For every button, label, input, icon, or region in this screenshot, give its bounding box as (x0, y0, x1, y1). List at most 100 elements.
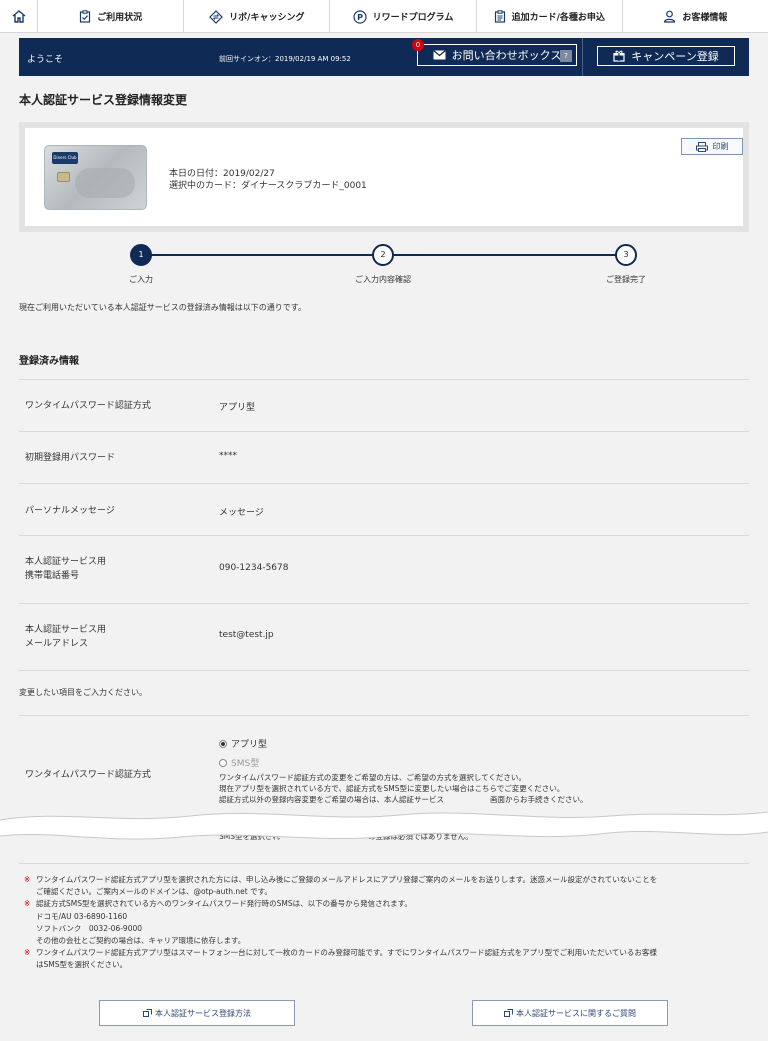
nav-rewards[interactable]: P リワードプログラム (330, 0, 477, 33)
last-signin-text: 前回サインオン：2019/02/19 AM 09:52 (219, 55, 351, 63)
table-row: 本人認証サービス用 携帯電話番号 090-1234-5678 (19, 535, 749, 603)
faq-label: 本人認証サービスに関するご質問 (516, 1008, 636, 1018)
faq-button[interactable]: 本人認証サービスに関するご質問 (472, 1000, 668, 1026)
top-navigation: ご利用状況 リボ/キャッシング P リワードプログラム 追加カード/各種お申込 … (0, 0, 768, 33)
nav-customer-info[interactable]: お客様情報 (623, 0, 768, 33)
welcome-text: ようこそ (27, 55, 64, 65)
how-to-register-label: 本人認証サービス登録方法 (155, 1008, 251, 1018)
step-2-label: ご入力内容確認 (355, 275, 411, 284)
row-key: パーソナルメッセージ (25, 506, 115, 516)
print-button[interactable]: 印刷 (681, 138, 743, 155)
svg-text:P: P (357, 13, 363, 22)
nav-revolving[interactable]: リボ/キャッシング (184, 0, 331, 33)
link-icon (143, 1008, 152, 1018)
step-3-circle: 3 (615, 244, 637, 266)
home-icon (11, 9, 27, 24)
otp-method-description: ワンタイムパスワード認証方式の変更をご希望の方は、ご希望の方式を選択してください… (219, 772, 588, 805)
note-item: ※ ワンタイムパスワード認証方式アプリ型を選択された方には、申し込み後にご登録のメ… (24, 874, 744, 886)
step-line-2 (383, 254, 626, 256)
inquiry-count-badge: 0 (412, 39, 424, 51)
torn-edge-divider (0, 811, 768, 840)
radio-selected-indicator (219, 739, 227, 748)
table-row: 本人認証サービス用 メールアドレス test@test.jp (19, 603, 749, 670)
desc-line-start: 認証方式以外の登録内容変更をご希望の場合は、本人認証サービス (219, 795, 444, 804)
selected-card-name: 選択中のカード：ダイナースクラブカード_0001 (169, 181, 367, 191)
home-button[interactable] (0, 0, 38, 33)
card-brand-logo: Diners Club (52, 152, 78, 164)
progress-steps: 1 2 3 ご入力 ご入力内容確認 ご登録完了 (0, 240, 768, 290)
notes-divider (19, 863, 749, 864)
table-bottom-border (19, 670, 749, 671)
row-key-line-1: 本人認証サービス用 (25, 625, 107, 635)
header-divider (582, 38, 583, 76)
otp-sms-radio[interactable]: SMS型 (219, 756, 259, 769)
campaign-register-button[interactable]: キャンペーン登録 (597, 46, 735, 66)
note-mark: ※ (24, 899, 31, 909)
inquiry-box-label: お問い合わせボックス (451, 49, 562, 62)
diamond-arrows-icon (209, 9, 224, 24)
otp-sms-radio-label: SMS型 (231, 759, 260, 769)
note-text: ソフトバンク 0032-06-9000 (36, 923, 143, 933)
nav-applications-label: 追加カード/各種お申込 (511, 13, 605, 23)
intro-text: 現在ご利用いただいている本人認証サービスの登録済み情報は以下の通りです。 (19, 303, 306, 312)
print-label: 印刷 (712, 142, 729, 151)
note-item: ※ ワンタイムパスワード認証方式アプリ型はスマートフォン一台に対して一枚のカードの… (24, 947, 744, 959)
nav-usage[interactable]: ご利用状況 (38, 0, 185, 33)
note-text: ワンタイムパスワード認証方式アプリ型を選択された方には、申し込み後にご登録のメー… (36, 875, 658, 884)
selected-card-panel: Diners Club 本日の日付：2019/02/27 選択中のカード：ダイナ… (19, 122, 749, 232)
nav-applications[interactable]: 追加カード/各種お申込 (477, 0, 623, 33)
otp-method-label: ワンタイムパスワード認証方式 (25, 770, 151, 780)
row-value: **** (219, 451, 237, 461)
change-instruction: 変更したい項目をご入力ください。 (19, 688, 147, 697)
notes-section: ※ ワンタイムパスワード認証方式アプリ型を選択された方には、申し込み後にご登録のメ… (24, 874, 744, 972)
how-to-register-button[interactable]: 本人認証サービス登録方法 (99, 1000, 295, 1026)
table-row: パーソナルメッセージ メッセージ (19, 483, 749, 535)
desc-line-end: 画面からお手続きください。 (490, 795, 588, 804)
change-divider (19, 715, 749, 716)
row-key-line-2: メールアドレス (25, 639, 89, 649)
note-text: はSMS型を選択ください。 (36, 960, 127, 970)
envelope-icon (432, 50, 446, 60)
registered-info-title: 登録済み情報 (19, 356, 79, 367)
table-row: ワンタイムパスワード認証方式 アプリ型 (19, 379, 749, 431)
radio-unselected-indicator (219, 758, 227, 767)
page-title: 本人認証サービス登録情報変更 (19, 93, 188, 107)
desc-line: ワンタイムパスワード認証方式の変更をご希望の方は、ご希望の方式を選択してください… (219, 773, 526, 782)
otp-app-radio[interactable]: アプリ型 (219, 737, 267, 750)
row-value: test@test.jp (219, 630, 274, 640)
row-key: 本人認証サービス用 メールアドレス (25, 623, 106, 651)
row-key: 本人認証サービス用 携帯電話番号 (25, 555, 106, 583)
account-header-bar: ようこそ 前回サインオン：2019/02/19 AM 09:52 0 お問い合わ… (19, 38, 749, 76)
nav-usage-label: ご利用状況 (97, 13, 143, 23)
table-row: 初期登録用パスワード **** (19, 431, 749, 483)
step-3-label: ご登録完了 (606, 275, 646, 284)
row-key: ワンタイムパスワード認証方式 (25, 401, 151, 411)
card-info: 本日の日付：2019/02/27 選択中のカード：ダイナースクラブカード_000… (169, 168, 367, 192)
row-value: 090-1234-5678 (219, 563, 289, 573)
otp-app-radio-label: アプリ型 (231, 740, 268, 750)
inquiry-help-button[interactable]: ? (560, 50, 572, 62)
card-chip (57, 172, 70, 182)
inquiry-box-button[interactable]: 0 お問い合わせボックス (412, 39, 577, 66)
campaign-register-label: キャンペーン登録 (631, 50, 719, 63)
row-key: 初期登録用パスワード (25, 453, 116, 463)
selected-card-inner: Diners Club 本日の日付：2019/02/27 選択中のカード：ダイナ… (25, 128, 743, 226)
nav-revolving-label: リボ/キャッシング (229, 13, 305, 23)
note-mark: ※ (24, 875, 31, 884)
document-list-icon (494, 10, 506, 23)
p-circle-icon: P (353, 9, 367, 24)
nav-rewards-label: リワードプログラム (372, 13, 454, 23)
printer-icon (695, 141, 708, 152)
desc-line: 認証方式以外の登録内容変更をご希望の場合は、本人認証サービス 画面からお手続きくだ… (219, 794, 588, 805)
nav-customer-info-label: お客様情報 (682, 13, 728, 23)
note-mark: ※ (24, 948, 31, 958)
step-1-circle: 1 (130, 244, 152, 266)
step-line-1 (141, 254, 383, 256)
row-key-line-1: 本人認証サービス用 (25, 557, 107, 567)
clipboard-check-icon (79, 10, 91, 23)
note-text: その他の会社とご契約の場合は、キャリア環境に依存します。 (36, 936, 246, 946)
card-world-map (75, 168, 135, 198)
step-2-circle: 2 (372, 244, 394, 266)
row-value: メッセージ (219, 508, 264, 518)
note-item: ※ 認証方式SMS型を選択されている方へのワンタイムパスワード発行時のSMSは、以… (24, 898, 744, 910)
